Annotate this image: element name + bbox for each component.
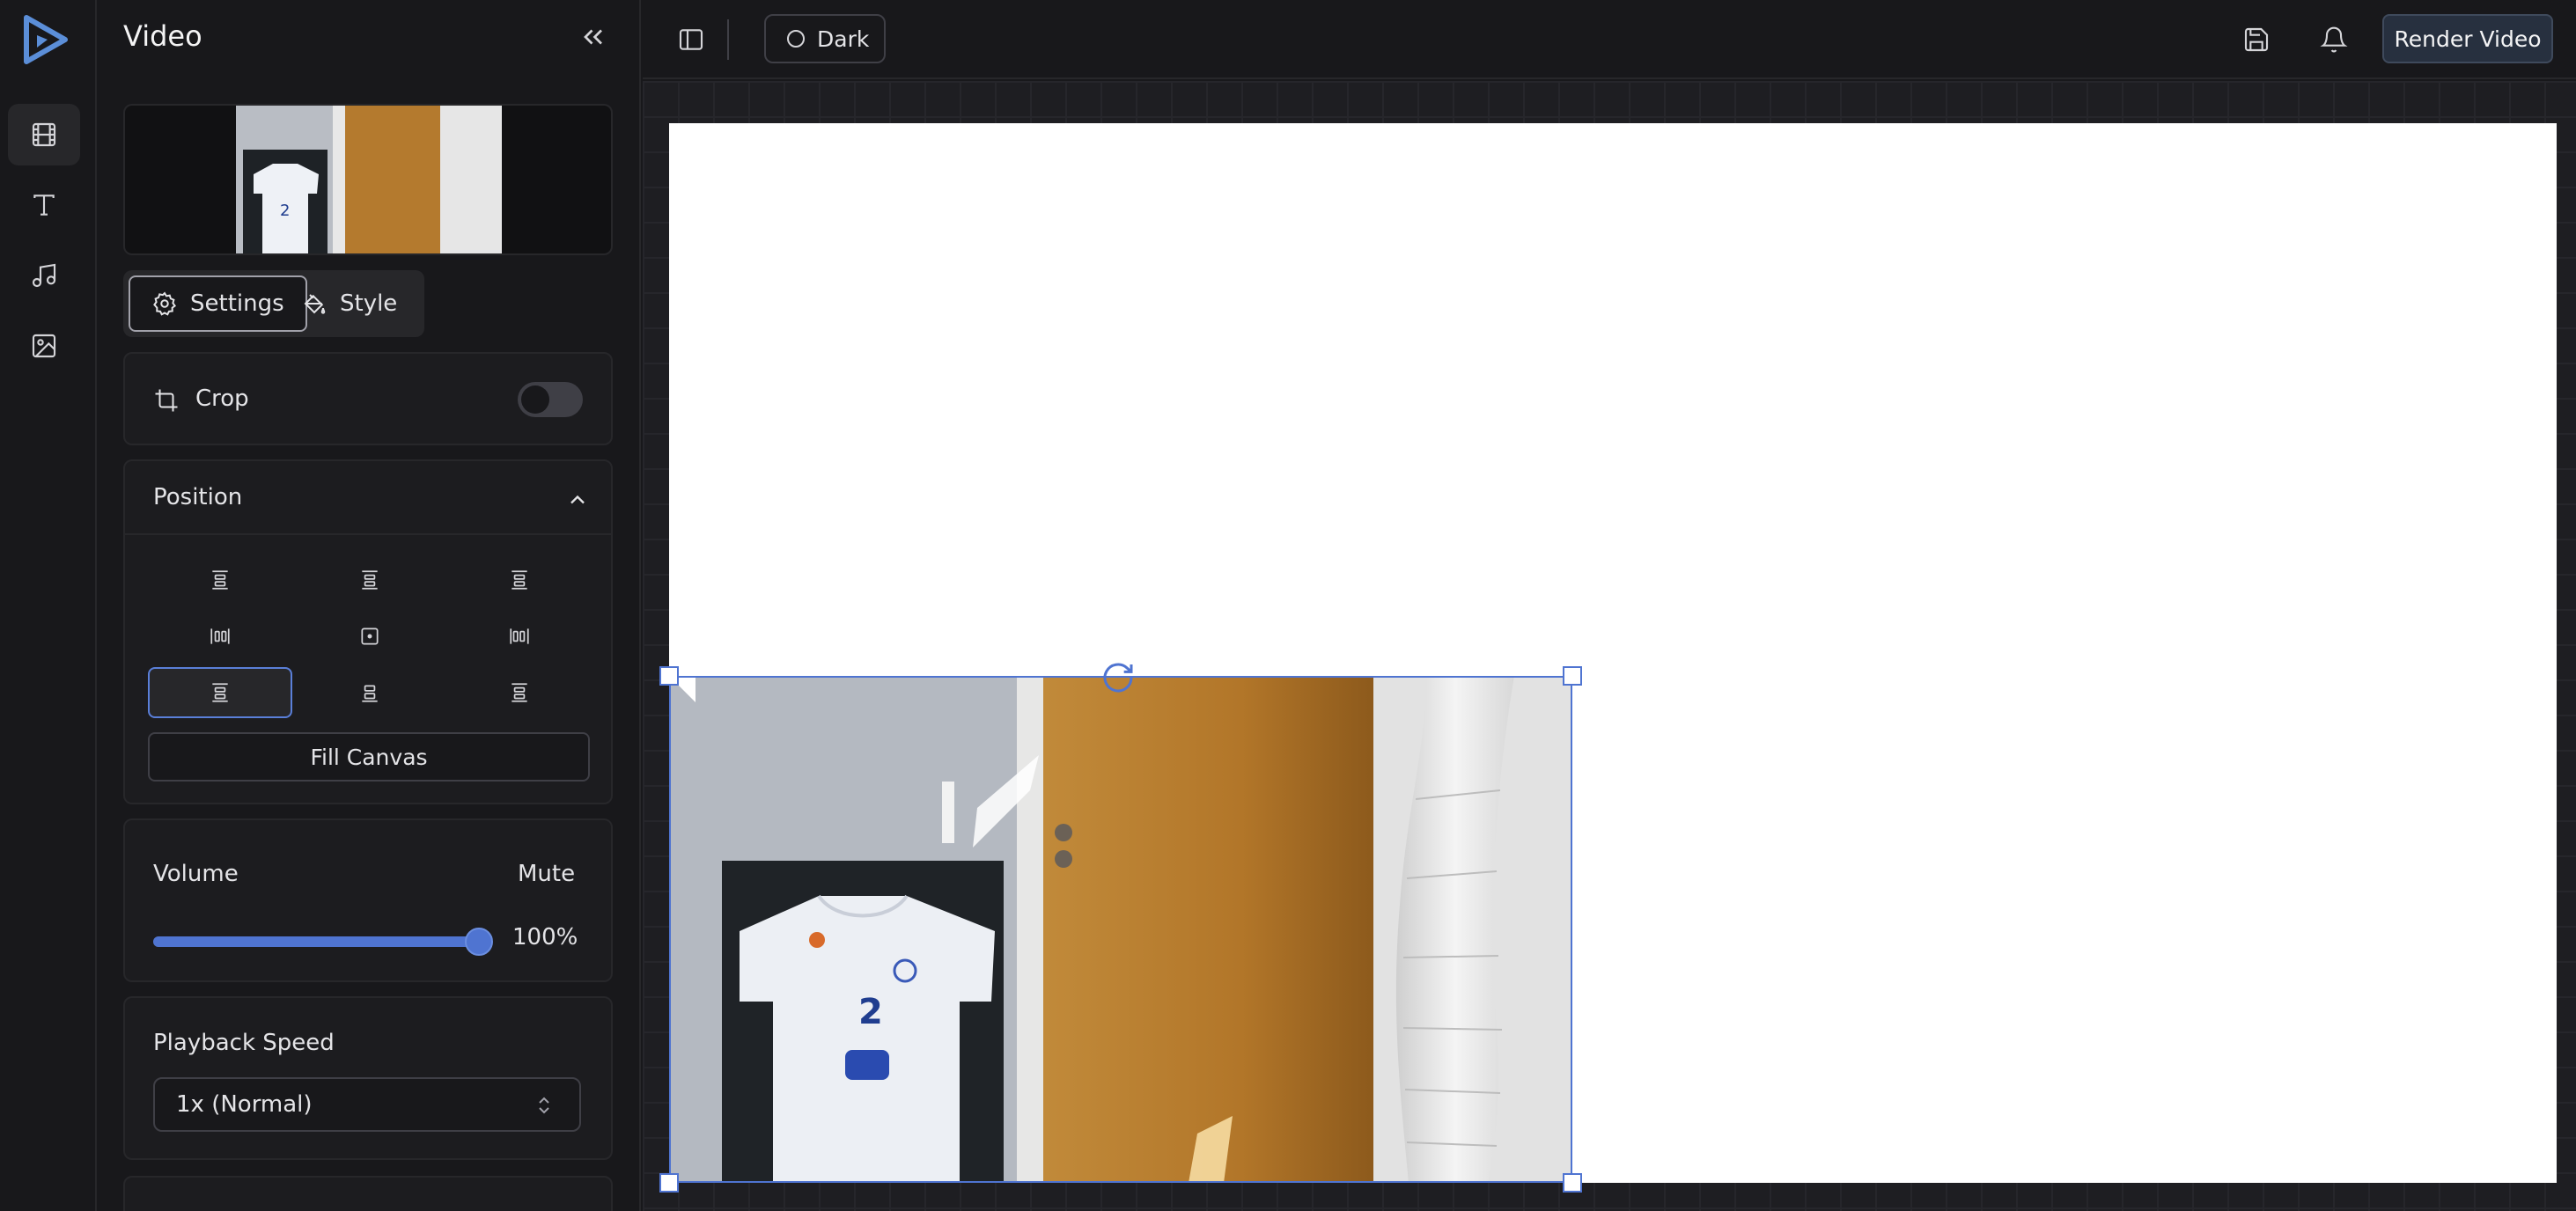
resize-handle-top-left[interactable] [659,666,679,686]
playback-speed-select[interactable]: 1x (Normal) [153,1077,581,1132]
volume-slider-thumb[interactable] [465,928,493,956]
align-right-icon [510,628,529,644]
top-bar: Dark Render Video [643,0,2576,79]
align-bottom-right-button[interactable] [447,667,592,718]
mute-button[interactable]: Mute [518,861,575,887]
tab-style-label: Style [340,290,398,317]
volume-value: 100% [512,924,578,950]
resize-handle-bottom-right[interactable] [1563,1173,1582,1193]
align-bottom-center-button[interactable] [298,667,442,718]
paint-bucket-icon [304,294,326,314]
crop-card: Crop [123,352,613,445]
app-logo [24,15,68,64]
rotate-icon[interactable] [1100,660,1136,695]
image-icon [32,334,56,358]
music-icon [32,263,56,288]
align-center-icon [361,628,379,645]
save-icon [2244,27,2269,52]
properties-panel: Video 2 Settings Style Crop Position Fil… [97,0,641,1211]
chevrons-up-down-icon [539,1097,549,1114]
tab-style[interactable]: Style [291,275,418,332]
position-divider [125,533,611,535]
panel-left-icon [679,29,703,50]
align-center-button[interactable] [298,611,442,662]
position-card: Position Fill Canvas [123,459,613,804]
crop-icon [155,389,178,412]
crop-toggle[interactable] [518,382,583,417]
tool-rail [0,0,97,1211]
circle-icon [787,30,805,48]
align-top-center-button[interactable] [298,554,442,606]
next-settings-card [123,1176,613,1211]
playback-speed-value: 1x (Normal) [176,1091,313,1118]
selection-box [669,676,1572,1183]
film-icon [32,122,56,147]
composition-canvas[interactable]: 2 [659,123,2557,1193]
rail-audio-button[interactable] [8,245,80,306]
rail-video-button[interactable] [8,104,80,165]
align-bottom-left-button[interactable] [148,667,292,718]
align-top-right-icon [512,570,527,590]
align-left-icon [210,628,230,644]
notifications-button[interactable] [2317,23,2351,56]
align-top-icon [212,570,228,590]
rail-image-button[interactable] [8,315,80,377]
tab-settings-label: Settings [190,290,284,317]
tab-settings[interactable]: Settings [129,275,307,332]
toggle-sidebar-button[interactable] [674,23,708,56]
volume-label: Volume [153,861,239,887]
align-top-left-button[interactable] [148,554,292,606]
panel-tabs: Settings Style [123,270,424,337]
bell-icon [2320,26,2348,53]
topbar-divider [727,19,729,60]
volume-slider-fill [153,936,479,947]
resize-handle-top-right[interactable] [1563,666,1582,686]
chevrons-left-icon[interactable] [578,21,609,53]
align-middle-left-button[interactable] [148,611,292,662]
thumbnail-image: 2 [236,106,502,253]
theme-toggle-button[interactable]: Dark [764,14,886,63]
gear-icon [153,291,177,316]
render-video-button[interactable]: Render Video [2382,14,2553,63]
crop-label: Crop [195,385,249,412]
align-middle-right-button[interactable] [447,611,592,662]
editor-stage: 2 [643,81,2576,1211]
fill-canvas-button[interactable]: Fill Canvas [148,732,590,782]
panel-title: Video [123,19,202,53]
align-top-right-button[interactable] [447,554,592,606]
chevron-up-icon[interactable] [565,488,590,512]
playback-speed-label: Playback Speed [153,1030,335,1056]
svg-text:2: 2 [280,202,290,220]
align-bottom-icon [362,685,378,702]
align-top-center-icon [362,570,378,590]
volume-slider[interactable] [153,928,493,956]
resize-handle-bottom-left[interactable] [659,1173,679,1193]
position-label: Position [153,484,243,510]
text-icon [33,194,55,216]
video-thumbnail: 2 [123,104,613,255]
volume-card: Volume Mute 100% [123,818,613,982]
save-button[interactable] [2240,23,2273,56]
playback-speed-card: Playback Speed 1x (Normal) [123,996,613,1160]
theme-label: Dark [817,26,870,52]
align-bottom-left-icon [212,683,228,702]
rail-text-button[interactable] [8,174,80,236]
align-bottom-right-icon [512,683,527,702]
